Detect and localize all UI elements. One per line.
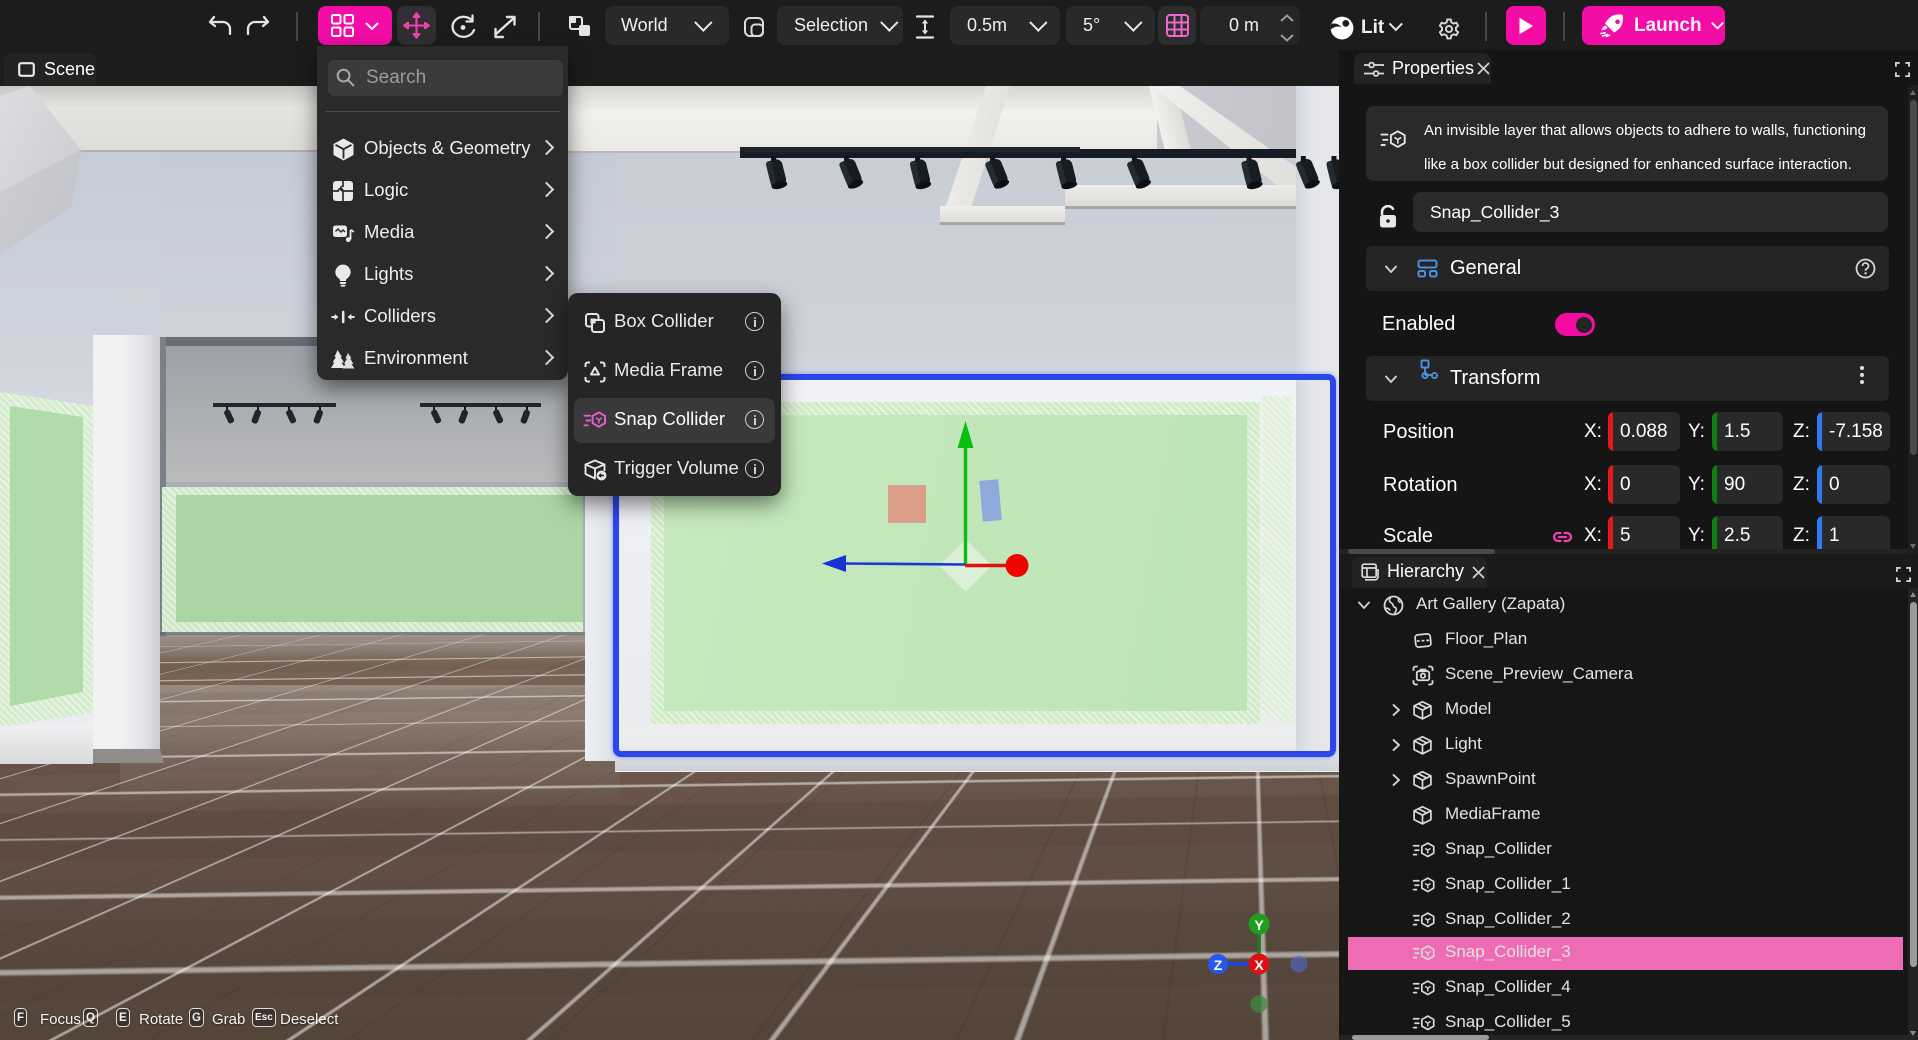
svg-text:Z: Z: [1214, 957, 1223, 973]
svg-text:Y: Y: [1254, 917, 1264, 933]
svg-text:X: X: [1254, 957, 1264, 973]
